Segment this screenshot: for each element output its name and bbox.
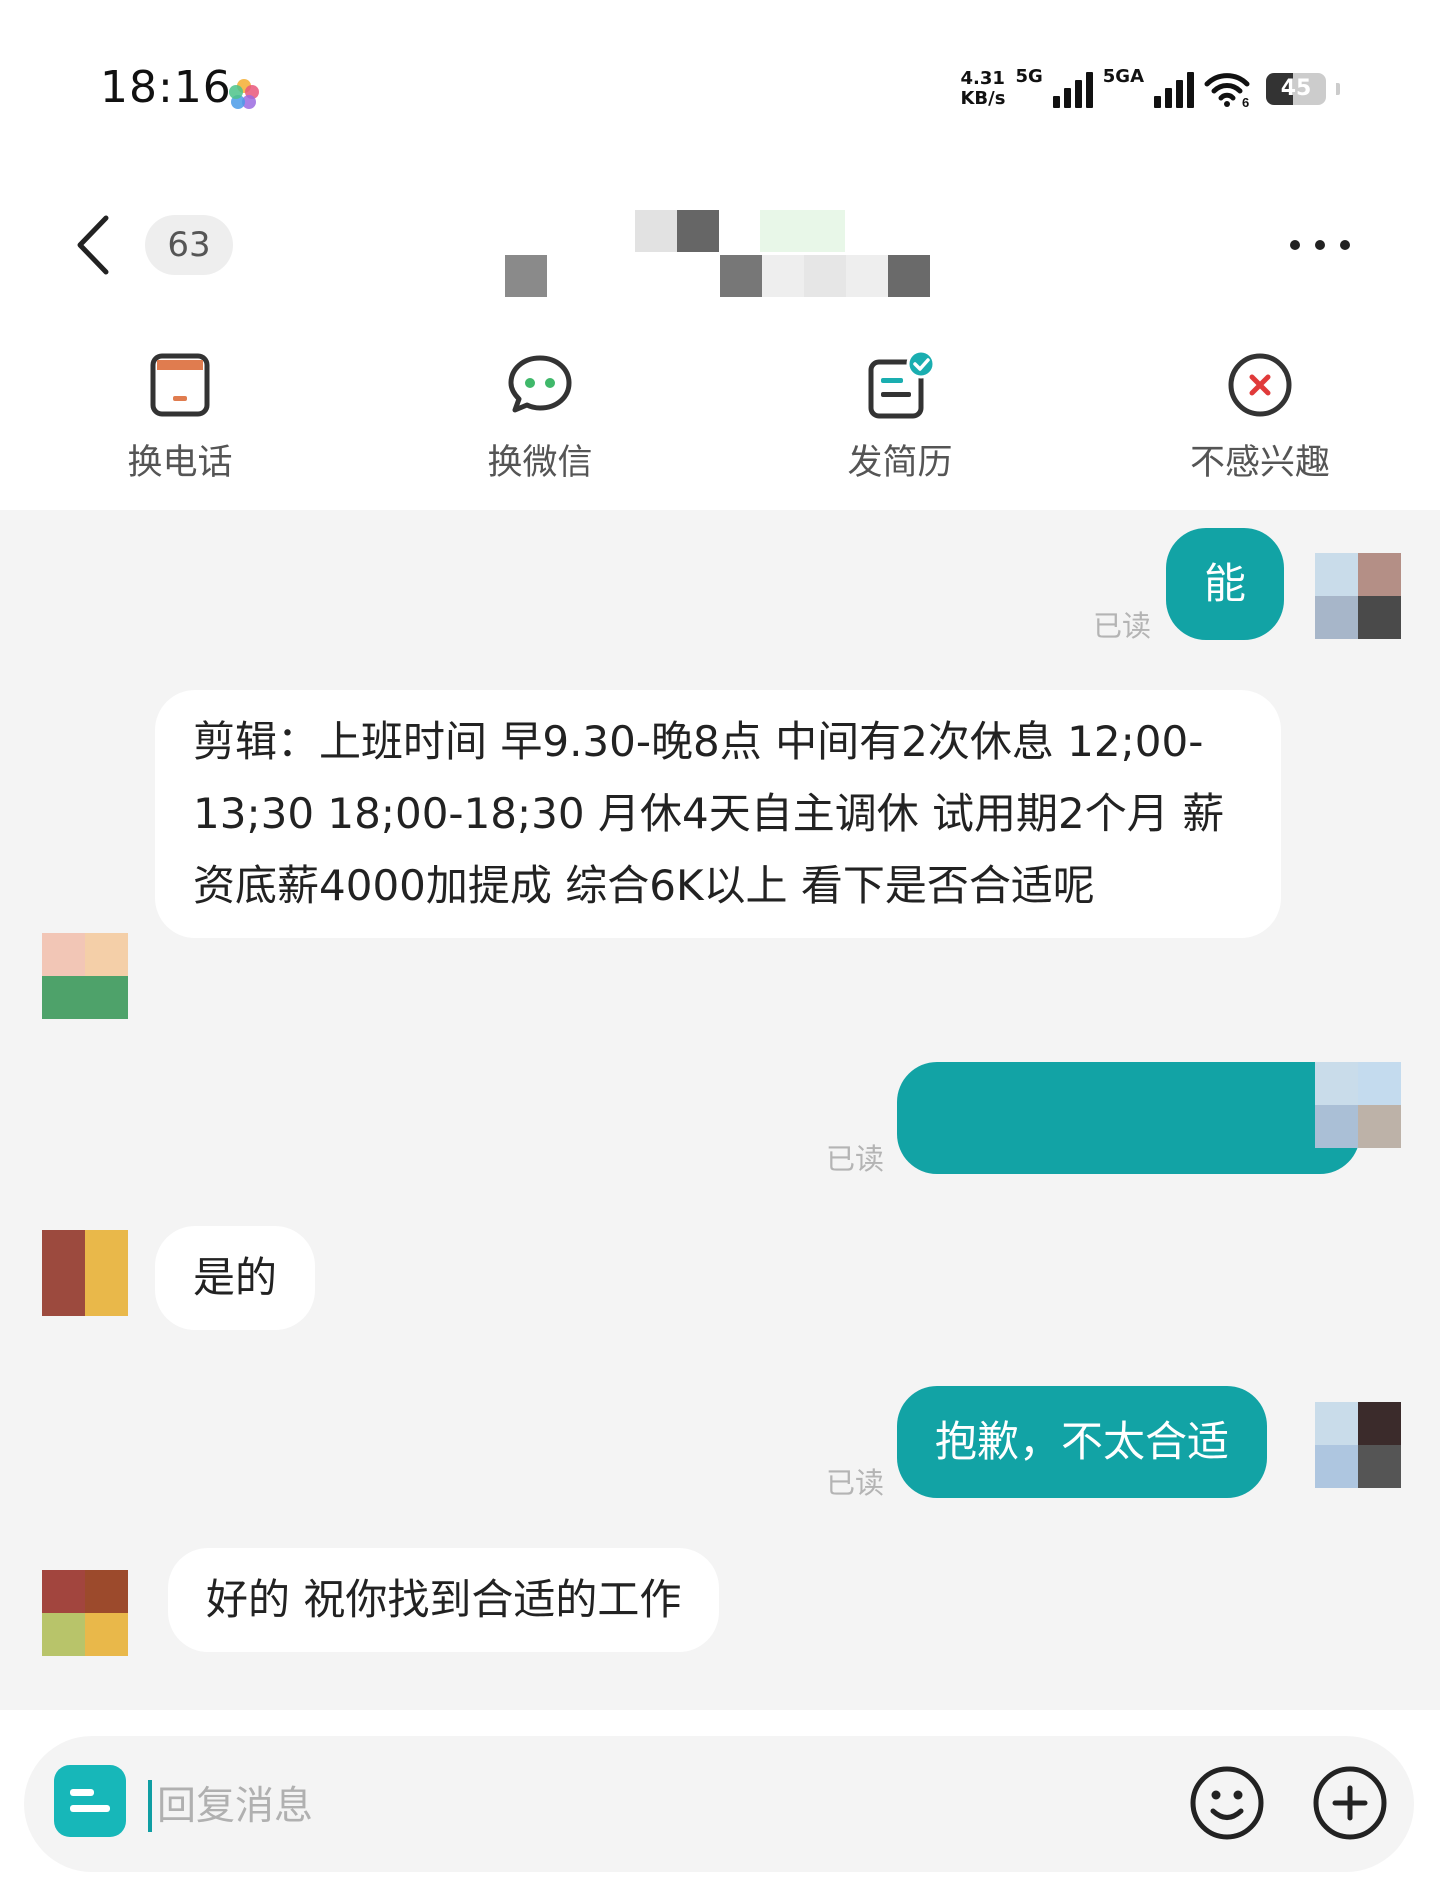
quick-action-bar: 换电话 换微信 发简历 不感兴趣 — [0, 330, 1440, 510]
contact-avatar[interactable] — [42, 933, 128, 1019]
battery-icon: 45 — [1266, 73, 1326, 105]
message-list[interactable]: 已读 能 剪辑：上班时间 早9.30-晚8点 中间有2次休息 12;00-13;… — [0, 510, 1440, 1710]
sim2-label: 5GA — [1102, 66, 1144, 87]
message-bubble-outgoing-blurred[interactable] — [897, 1062, 1360, 1174]
plus-circle-icon[interactable] — [1311, 1764, 1389, 1842]
signal-icon — [1052, 70, 1093, 108]
action-exchange-phone[interactable]: 换电话 — [0, 330, 360, 510]
wechat-bubble-icon — [508, 355, 572, 413]
contact-avatar[interactable] — [42, 1570, 128, 1656]
text-caret — [148, 1780, 152, 1832]
contact-name-pixelated[interactable] — [505, 210, 935, 300]
contact-avatar[interactable] — [42, 1230, 128, 1316]
my-avatar[interactable] — [1315, 1402, 1401, 1488]
message-bubble-incoming[interactable]: 好的 祝你找到合适的工作 — [168, 1548, 720, 1652]
message-bubble-incoming[interactable]: 是的 — [155, 1226, 316, 1330]
read-status: 已读 — [826, 1466, 885, 1500]
close-circle-icon — [1228, 353, 1292, 417]
resume-check-icon — [868, 350, 935, 419]
action-not-interested[interactable]: 不感兴趣 — [1080, 330, 1440, 510]
read-status: 已读 — [1093, 609, 1152, 643]
more-horizontal-icon[interactable] — [1290, 230, 1350, 260]
chevron-left-icon[interactable] — [70, 210, 120, 280]
battery-cap — [1336, 83, 1340, 95]
quick-reply-icon[interactable] — [54, 1765, 126, 1837]
sim1-label: 5G — [1015, 66, 1043, 87]
my-avatar[interactable] — [1315, 1062, 1401, 1148]
read-status: 已读 — [826, 1142, 885, 1176]
reply-input[interactable] — [155, 1775, 1109, 1837]
signal-icon — [1154, 70, 1194, 108]
app-notification-icon — [229, 79, 259, 109]
my-avatar[interactable] — [1315, 553, 1401, 639]
wifi-icon: 6 — [1204, 73, 1250, 108]
message-bubble-incoming[interactable]: 剪辑：上班时间 早9.30-晚8点 中间有2次休息 12;00-13;30 18… — [155, 690, 1281, 938]
status-time: 18:16 — [100, 62, 232, 113]
status-bar: 18:16 4.31 KB/s 5G 5GA 6 45 — [0, 0, 1440, 180]
svg-text:6: 6 — [1242, 95, 1249, 108]
phone-card-icon — [150, 353, 210, 417]
message-bubble-outgoing[interactable]: 能 — [1166, 528, 1285, 640]
smiley-icon[interactable] — [1188, 1764, 1266, 1842]
unread-count-badge: 63 — [145, 215, 233, 275]
action-exchange-wechat[interactable]: 换微信 — [360, 330, 720, 510]
chat-header: 63 — [0, 180, 1440, 310]
action-send-resume[interactable]: 发简历 — [720, 330, 1080, 510]
message-bubble-outgoing[interactable]: 抱歉，不太合适 — [897, 1386, 1268, 1498]
net-speed: 4.31 KB/s — [960, 68, 1006, 109]
status-indicators: 4.31 KB/s 5G 5GA 6 45 — [960, 64, 1340, 114]
